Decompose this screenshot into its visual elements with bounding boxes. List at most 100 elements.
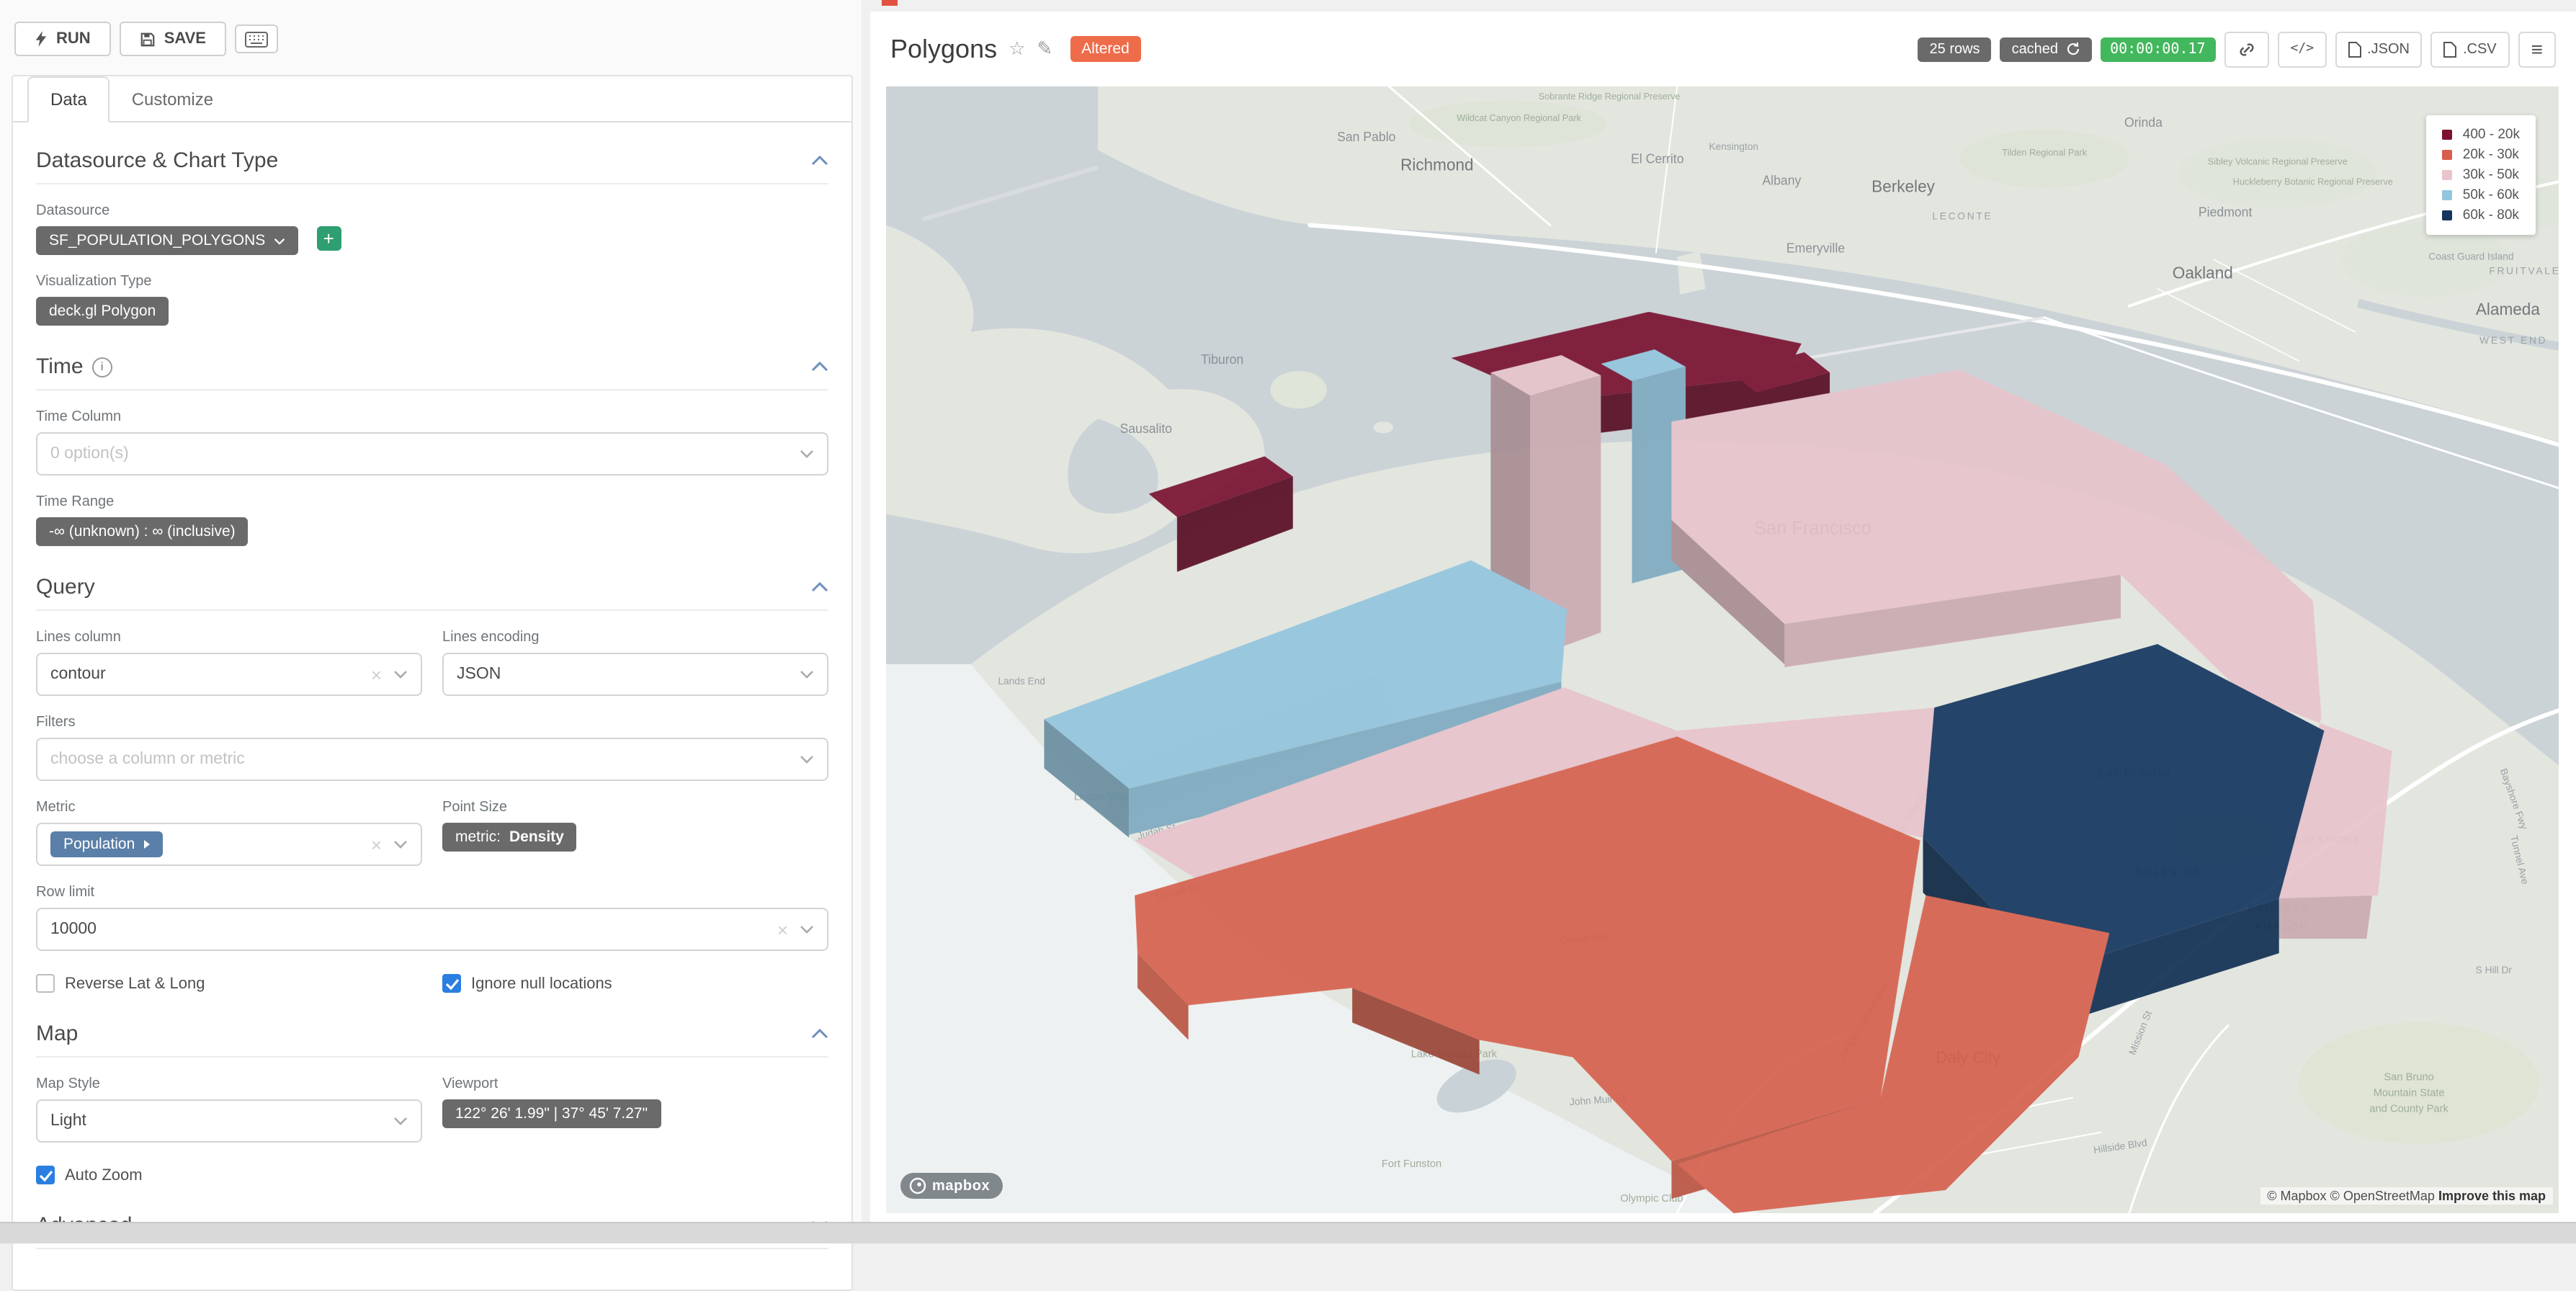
section-datasource-header[interactable]: Datasource & Chart Type: [36, 148, 828, 173]
lines-column-label: Lines column: [36, 630, 422, 646]
legend-label: 30k - 50k: [2463, 167, 2519, 183]
map-label: FRUITVALE: [2489, 265, 2559, 277]
section-title: Datasource & Chart Type: [36, 148, 278, 173]
map-label: S Hill Dr: [2476, 964, 2513, 975]
chart-card: Polygons ☆ ✎ Altered 25 rows cached 00:0…: [870, 12, 2576, 1222]
map-label: Wildcat Canyon Regional Park: [1457, 112, 1581, 123]
keyboard-icon: [245, 31, 268, 47]
save-button[interactable]: SAVE: [120, 22, 226, 56]
auto-zoom-checkbox[interactable]: [36, 1166, 55, 1184]
chart-controls: 25 rows cached 00:00:00.17 </> .JSON .CS…: [1918, 31, 2556, 67]
time-range-pill[interactable]: -∞ (unknown) : ∞ (inclusive): [36, 517, 249, 546]
ignore-null-checkbox-row[interactable]: Ignore null locations: [442, 974, 828, 993]
legend-swatch: [2443, 170, 2453, 180]
embed-code-button[interactable]: </>: [2278, 31, 2327, 67]
legend-item[interactable]: 30k - 50k: [2443, 167, 2520, 183]
bolt-icon: [35, 30, 48, 48]
section-query-header[interactable]: Query: [36, 575, 828, 599]
share-link-button[interactable]: [2224, 31, 2269, 67]
map-label: Sobrante Ridge Regional Preserve: [1539, 91, 1681, 102]
datasource-pill[interactable]: SF_POPULATION_POLYGONS: [36, 226, 298, 255]
map-label: Richmond: [1400, 155, 1473, 174]
viz-type-label: Visualization Type: [36, 274, 828, 290]
caret-right-icon: [143, 840, 149, 849]
auto-zoom-checkbox-row[interactable]: Auto Zoom: [36, 1166, 828, 1184]
chevron-up-icon[interactable]: [811, 362, 828, 372]
chevron-down-icon: [393, 670, 408, 679]
filters-select[interactable]: choose a column or metric: [36, 738, 828, 781]
legend-label: 400 - 20k: [2463, 127, 2520, 143]
metric-label: Metric: [36, 800, 422, 816]
section-title: Query: [36, 575, 95, 599]
edit-pencil-icon[interactable]: ✎: [1037, 37, 1052, 61]
metric-pill[interactable]: Population: [50, 831, 162, 857]
chevron-up-icon[interactable]: [811, 582, 828, 592]
reverse-latlong-checkbox-row[interactable]: Reverse Lat & Long: [36, 974, 422, 993]
legend-item[interactable]: 60k - 80k: [2443, 207, 2520, 223]
chart-menu-button[interactable]: ≡: [2518, 31, 2556, 67]
map-attribution: © Mapbox © OpenStreetMap Improve this ma…: [2260, 1187, 2553, 1205]
export-csv-button[interactable]: .CSV: [2431, 31, 2510, 67]
row-limit-label: Row limit: [36, 885, 828, 901]
horizontal-scrollbar[interactable]: [0, 1222, 2576, 1243]
chevron-down-icon: [393, 1117, 408, 1125]
chevron-down-icon: [800, 925, 814, 934]
map-label: WEST END: [2479, 334, 2547, 346]
map-label: Sibley Volcanic Regional Preserve: [2208, 156, 2348, 166]
legend-swatch: [2443, 150, 2453, 160]
legend-item[interactable]: 50k - 60k: [2443, 187, 2520, 203]
ignore-null-checkbox[interactable]: [442, 974, 461, 993]
map-style-select[interactable]: Light: [36, 1099, 422, 1143]
attribution-text[interactable]: © Mapbox © OpenStreetMap: [2267, 1189, 2435, 1203]
tab-customize[interactable]: Customize: [110, 78, 235, 121]
clear-icon[interactable]: ×: [371, 835, 382, 854]
explore-page: RUN SAVE Data Customize Datasource & Cha…: [0, 0, 2576, 1242]
info-icon[interactable]: i: [92, 357, 112, 377]
divider: [36, 183, 828, 184]
chevron-up-icon[interactable]: [811, 1029, 828, 1039]
viewport-label: Viewport: [442, 1076, 828, 1092]
map-label: Lands End: [998, 675, 1045, 687]
legend-swatch: [2443, 190, 2453, 200]
time-column-label: Time Column: [36, 409, 828, 425]
clear-icon[interactable]: ×: [777, 920, 788, 939]
legend-item[interactable]: 400 - 20k: [2443, 127, 2520, 143]
section-map: Map Map Style Light View: [36, 1022, 828, 1184]
chevron-down-icon: [274, 237, 285, 244]
map-label: Berkeley: [1871, 177, 1935, 195]
link-icon: [2237, 40, 2256, 58]
reverse-latlong-checkbox[interactable]: [36, 974, 55, 993]
favorite-star-icon[interactable]: ☆: [1009, 37, 1025, 61]
chevron-down-icon: [800, 755, 814, 764]
viz-type-pill[interactable]: deck.gl Polygon: [36, 297, 169, 326]
run-button[interactable]: RUN: [14, 22, 111, 56]
row-limit-select[interactable]: 10000 ×: [36, 908, 828, 951]
lines-encoding-select[interactable]: JSON: [442, 653, 828, 696]
section-map-header[interactable]: Map: [36, 1022, 828, 1046]
map-canvas[interactable]: San PabloRichmondEl CerritoKensingtonOri…: [886, 86, 2559, 1213]
section-title: Map: [36, 1022, 78, 1046]
map-label: Piedmont: [2199, 205, 2253, 219]
hamburger-icon: ≡: [2531, 39, 2543, 59]
time-column-select[interactable]: 0 option(s): [36, 432, 828, 475]
map-label: El Cerrito: [1631, 151, 1684, 166]
viewport-pill[interactable]: 122° 26' 1.99" | 37° 45' 7.27": [442, 1099, 661, 1128]
export-json-button[interactable]: .JSON: [2335, 31, 2423, 67]
point-size-pill[interactable]: metric:Density: [442, 823, 577, 852]
map-label: Fort Funston: [1382, 1158, 1441, 1170]
mapbox-logo[interactable]: mapbox: [900, 1173, 1003, 1199]
cached-badge[interactable]: cached: [2000, 37, 2092, 61]
section-time-header[interactable]: Timei: [36, 354, 828, 379]
chevron-up-icon[interactable]: [811, 156, 828, 166]
file-icon: [2348, 41, 2361, 57]
clear-icon[interactable]: ×: [371, 665, 382, 684]
tab-data[interactable]: Data: [27, 76, 110, 122]
improve-map-link[interactable]: Improve this map: [2438, 1189, 2546, 1203]
metric-select[interactable]: Population ×: [36, 823, 422, 866]
add-datasource-button[interactable]: +: [316, 227, 341, 251]
refresh-icon[interactable]: [2065, 42, 2080, 56]
legend-item[interactable]: 20k - 30k: [2443, 147, 2520, 163]
map-label: Tiburon: [1201, 352, 1243, 367]
keyboard-shortcuts-button[interactable]: [235, 24, 278, 53]
lines-column-select[interactable]: contour ×: [36, 653, 422, 696]
